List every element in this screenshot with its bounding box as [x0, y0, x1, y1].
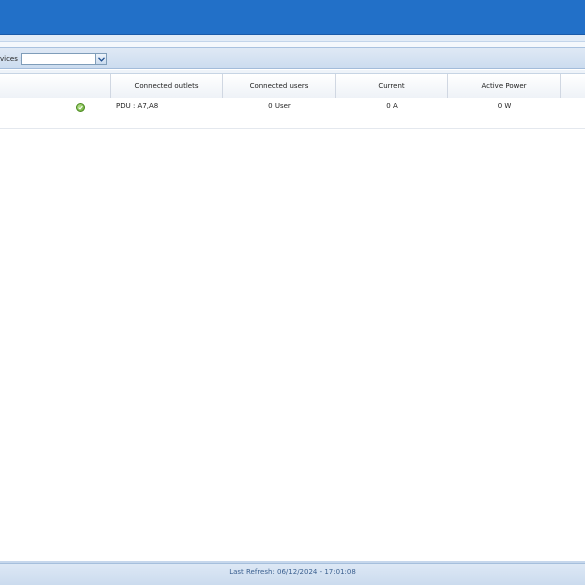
column-header-current[interactable]: Current: [336, 74, 448, 98]
check-circle-icon: [76, 103, 85, 112]
toolbar-band: [0, 35, 585, 42]
devices-filter-label: vices :: [0, 55, 23, 63]
column-header-active-power[interactable]: Active Power: [448, 74, 561, 98]
chevron-down-icon[interactable]: [95, 54, 106, 64]
column-header-connected-outlets[interactable]: Connected outlets: [111, 74, 223, 98]
status-bar: Last Refresh: 06/12/2024 - 17:01:08: [0, 563, 585, 585]
cell-connected-users: 0 User: [268, 102, 291, 110]
devices-filter-select[interactable]: [21, 53, 107, 65]
last-refresh-text: Last Refresh: 06/12/2024 - 17:01:08: [229, 567, 356, 576]
column-header-connected-users[interactable]: Connected users: [223, 74, 336, 98]
column-header-name[interactable]: [0, 74, 111, 98]
cell-current: 0 A: [386, 102, 398, 110]
title-bar: [0, 0, 585, 35]
column-header-extra[interactable]: [561, 74, 585, 98]
cell-connected-outlets: PDU : A7,A8: [116, 102, 159, 110]
table-header: Connected outlets Connected users Curren…: [0, 74, 585, 99]
table-row[interactable]: PDU : A7,A8 0 User 0 A 0 W: [0, 98, 585, 129]
cell-active-power: 0 W: [497, 102, 512, 110]
